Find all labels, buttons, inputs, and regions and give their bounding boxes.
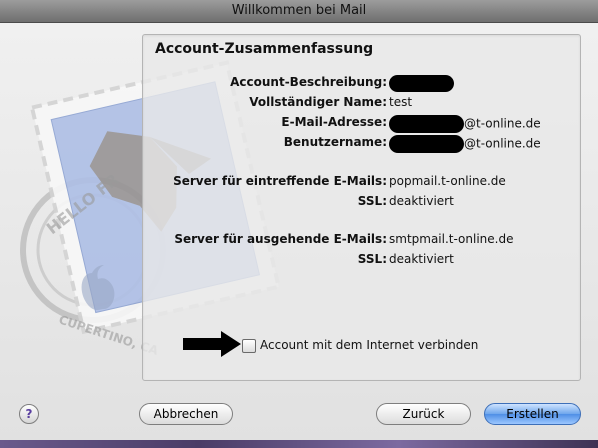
label-outgoing-server: Server für ausgehende E-Mails: (174, 232, 387, 246)
redacted-username (389, 135, 464, 153)
value-email-domain: @t-online.de (464, 116, 541, 131)
label-account-description: Account-Beschreibung: (230, 75, 387, 89)
redacted-description (389, 75, 454, 92)
redacted-email (389, 115, 464, 133)
setup-window: HELLO FR CUPERTINO, CA Account-Zusammenf… (0, 23, 598, 440)
window-title: Willkommen bei Mail (0, 0, 598, 23)
cancel-button[interactable]: Abbrechen (139, 403, 233, 425)
connect-internet-checkbox[interactable] (242, 338, 256, 353)
label-full-name: Vollständiger Name: (249, 95, 387, 109)
value-full-name: test (389, 95, 413, 109)
connect-internet-option[interactable]: Account mit dem Internet verbinden (242, 338, 478, 353)
back-button[interactable]: Zurück (376, 403, 471, 425)
account-summary-panel: Account-Zusammenfassung Account-Beschrei… (142, 34, 581, 381)
arrow-pointer-icon (183, 331, 241, 357)
desktop-background (0, 440, 598, 448)
label-incoming-ssl: SSL: (357, 194, 387, 208)
value-username-domain: @t-online.de (464, 136, 541, 151)
label-username: Benutzername: (283, 135, 387, 149)
help-button[interactable]: ? (19, 404, 39, 424)
create-button[interactable]: Erstellen (484, 403, 581, 425)
connect-internet-label[interactable]: Account mit dem Internet verbinden (260, 338, 478, 352)
value-incoming-ssl: deaktiviert (389, 194, 454, 208)
value-incoming-server: popmail.t-online.de (389, 174, 506, 188)
label-outgoing-ssl: SSL: (357, 252, 387, 266)
panel-title: Account-Zusammenfassung (155, 41, 374, 57)
label-incoming-server: Server für eintreffende E-Mails: (173, 174, 387, 188)
value-outgoing-ssl: deaktiviert (389, 252, 454, 266)
label-email: E-Mail-Adresse: (281, 115, 387, 129)
value-outgoing-server: smtpmail.t-online.de (389, 232, 514, 246)
